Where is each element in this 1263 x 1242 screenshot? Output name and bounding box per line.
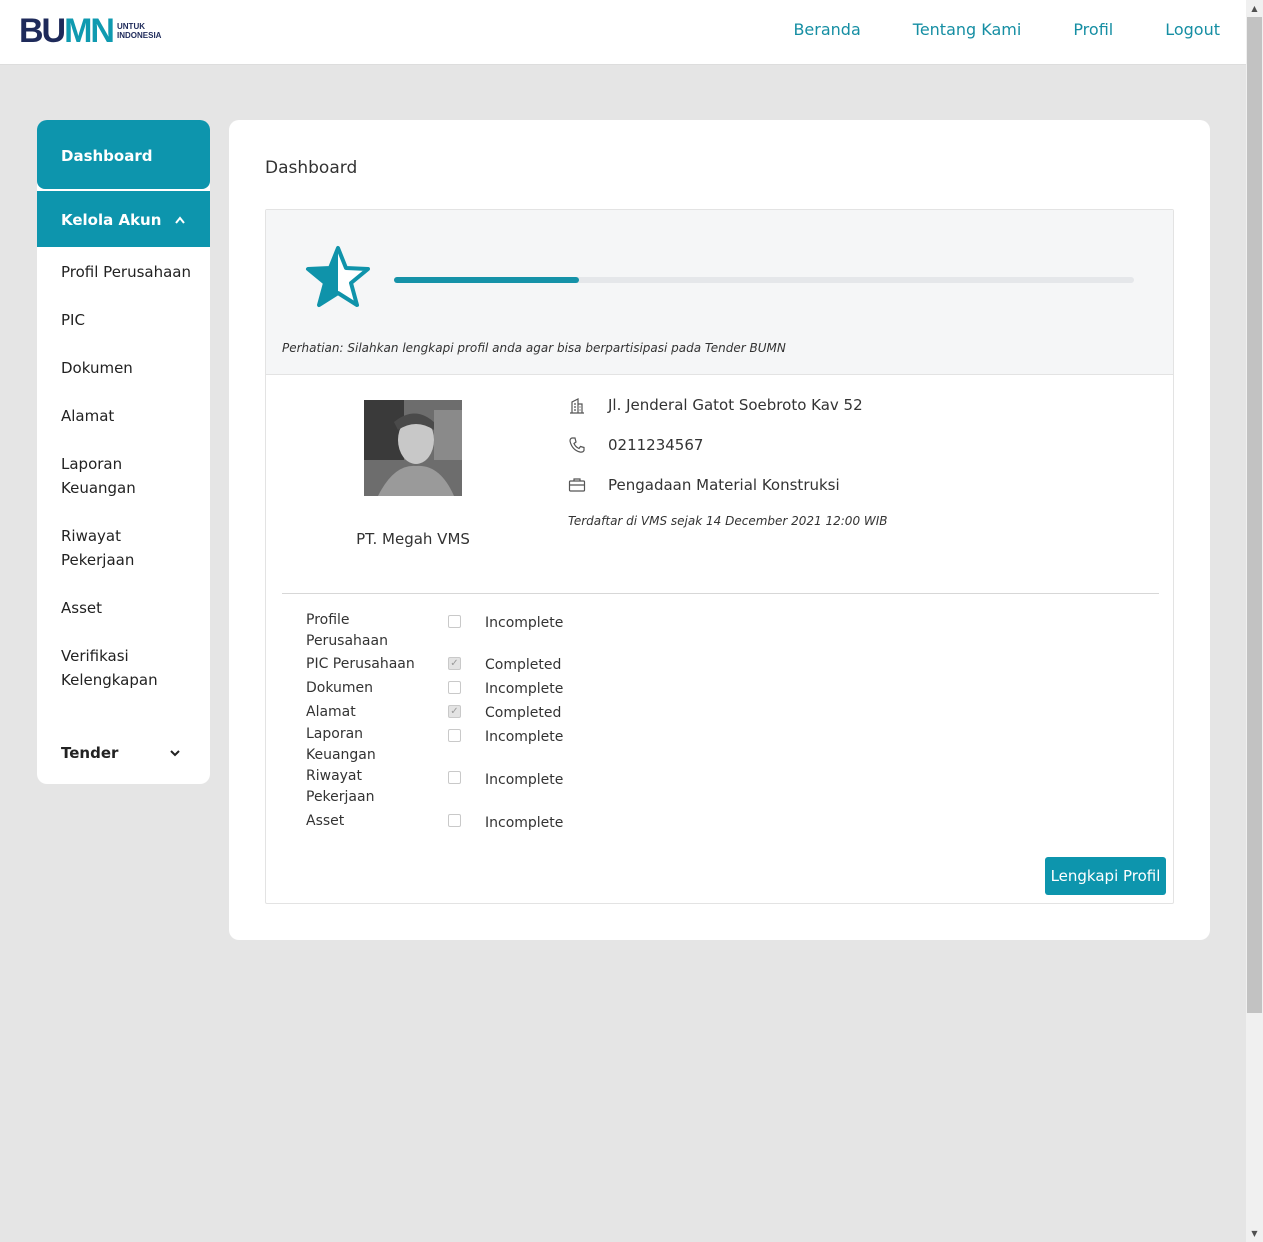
- logo-wordmark: BUMN: [19, 12, 115, 50]
- star-icon: [306, 246, 370, 307]
- status-label-profile-perusahaan: Profile Perusahaan: [306, 612, 388, 649]
- main-content-card: Dashboard Perhatian: Silahkan lengkapi p…: [229, 120, 1210, 940]
- status-label-dokumen: Dokumen: [306, 680, 374, 696]
- status-value-pic-perusahaan: Completed: [485, 657, 562, 673]
- scroll-up-arrow-icon[interactable]: ▲: [1246, 0, 1263, 17]
- scroll-thumb[interactable]: [1247, 17, 1262, 1013]
- status-value-profile-perusahaan: Incomplete: [485, 615, 564, 631]
- nav-links: Beranda Tentang Kami Profil Logout: [741, 20, 1220, 39]
- sidebar-item-dashboard[interactable]: Dashboard: [37, 120, 210, 189]
- phone-icon: [569, 437, 585, 453]
- sidebar-item-laporan-keuangan[interactable]: Laporan Keuangan: [61, 452, 151, 500]
- sidebar-item-riwayat-pekerjaan[interactable]: Riwayat Pekerjaan: [61, 524, 151, 572]
- nav-tentang-kami[interactable]: Tentang Kami: [913, 20, 1022, 39]
- status-label-laporan-keuangan: Laporan Keuangan: [306, 726, 376, 763]
- chevron-up-icon: [175, 216, 185, 224]
- chevron-down-icon[interactable]: [169, 744, 181, 762]
- status-value-alamat: Completed: [485, 705, 562, 721]
- scroll-down-arrow-icon[interactable]: ▼: [1246, 1225, 1263, 1242]
- status-label-pic-perusahaan: PIC Perusahaan: [306, 656, 415, 672]
- business-row: Pengadaan Material Konstruksi: [568, 476, 840, 494]
- address-row: Jl. Jenderal Gatot Soebroto Kav 52: [568, 396, 863, 414]
- nav-beranda[interactable]: Beranda: [793, 20, 860, 39]
- divider: [282, 593, 1159, 594]
- top-navbar: BUMN UNTUK INDONESIA Beranda Tentang Kam…: [0, 0, 1246, 65]
- status-checkbox-asset: [448, 814, 461, 827]
- registration-date: Terdaftar di VMS sejak 14 December 2021 …: [568, 514, 888, 528]
- status-label-alamat: Alamat: [306, 704, 356, 720]
- briefcase-icon: [568, 478, 586, 492]
- status-checkbox-alamat: ✓: [448, 705, 461, 718]
- status-checkbox-pic-perusahaan: ✓: [448, 657, 461, 670]
- logo-tagline: UNTUK INDONESIA: [117, 22, 162, 40]
- status-label-riwayat-pekerjaan: Riwayat Pekerjaan: [306, 768, 375, 805]
- business-text: Pengadaan Material Konstruksi: [608, 476, 840, 494]
- status-checkbox-dokumen: [448, 681, 461, 694]
- profile-summary-card: Perhatian: Silahkan lengkapi profil anda…: [265, 209, 1174, 904]
- address-text: Jl. Jenderal Gatot Soebroto Kav 52: [608, 396, 863, 414]
- sidebar: Dashboard Kelola Akun Profil Perusahaan …: [37, 120, 210, 784]
- notice-text: Perhatian: Silahkan lengkapi profil anda…: [282, 341, 786, 355]
- sidebar-item-label: Kelola Akun: [61, 211, 162, 229]
- status-label-asset: Asset: [306, 813, 345, 829]
- status-value-dokumen: Incomplete: [485, 681, 564, 697]
- phone-text: 0211234567: [608, 436, 704, 454]
- sidebar-item-asset[interactable]: Asset: [61, 596, 102, 620]
- sidebar-item-kelola-akun[interactable]: Kelola Akun: [37, 191, 210, 247]
- profile-progress-section: Perhatian: Silahkan lengkapi profil anda…: [266, 210, 1173, 375]
- nav-profil[interactable]: Profil: [1073, 20, 1113, 39]
- status-checkbox-profile-perusahaan: [448, 615, 461, 628]
- sidebar-item-dokumen[interactable]: Dokumen: [61, 356, 133, 380]
- sidebar-item-alamat[interactable]: Alamat: [61, 404, 114, 428]
- page-scrollbar[interactable]: ▲ ▼: [1246, 0, 1263, 1242]
- sidebar-item-pic[interactable]: PIC: [61, 308, 85, 332]
- sidebar-item-profil-perusahaan[interactable]: Profil Perusahaan: [61, 260, 191, 284]
- page-title: Dashboard: [265, 158, 358, 178]
- lengkapi-profil-button[interactable]: Lengkapi Profil: [1045, 857, 1166, 895]
- status-checkbox-riwayat-pekerjaan: [448, 771, 461, 784]
- profile-progress-bar: [394, 277, 1134, 283]
- sidebar-item-verifikasi-kelengkapan[interactable]: Verifikasi Kelengkapan: [61, 644, 171, 692]
- status-value-laporan-keuangan: Incomplete: [485, 729, 564, 745]
- avatar-image: [364, 400, 462, 496]
- profile-progress-fill: [394, 277, 579, 283]
- status-value-asset: Incomplete: [485, 815, 564, 831]
- status-checkbox-laporan-keuangan: [448, 729, 461, 742]
- company-avatar: [364, 400, 462, 496]
- nav-logout[interactable]: Logout: [1165, 20, 1220, 39]
- sidebar-item-tender[interactable]: Tender: [61, 744, 118, 762]
- status-value-riwayat-pekerjaan: Incomplete: [485, 772, 564, 788]
- phone-row: 0211234567: [568, 436, 703, 454]
- company-name: PT. Megah VMS: [356, 530, 470, 548]
- building-icon: [570, 398, 584, 414]
- bumn-logo[interactable]: BUMN UNTUK INDONESIA: [19, 12, 162, 50]
